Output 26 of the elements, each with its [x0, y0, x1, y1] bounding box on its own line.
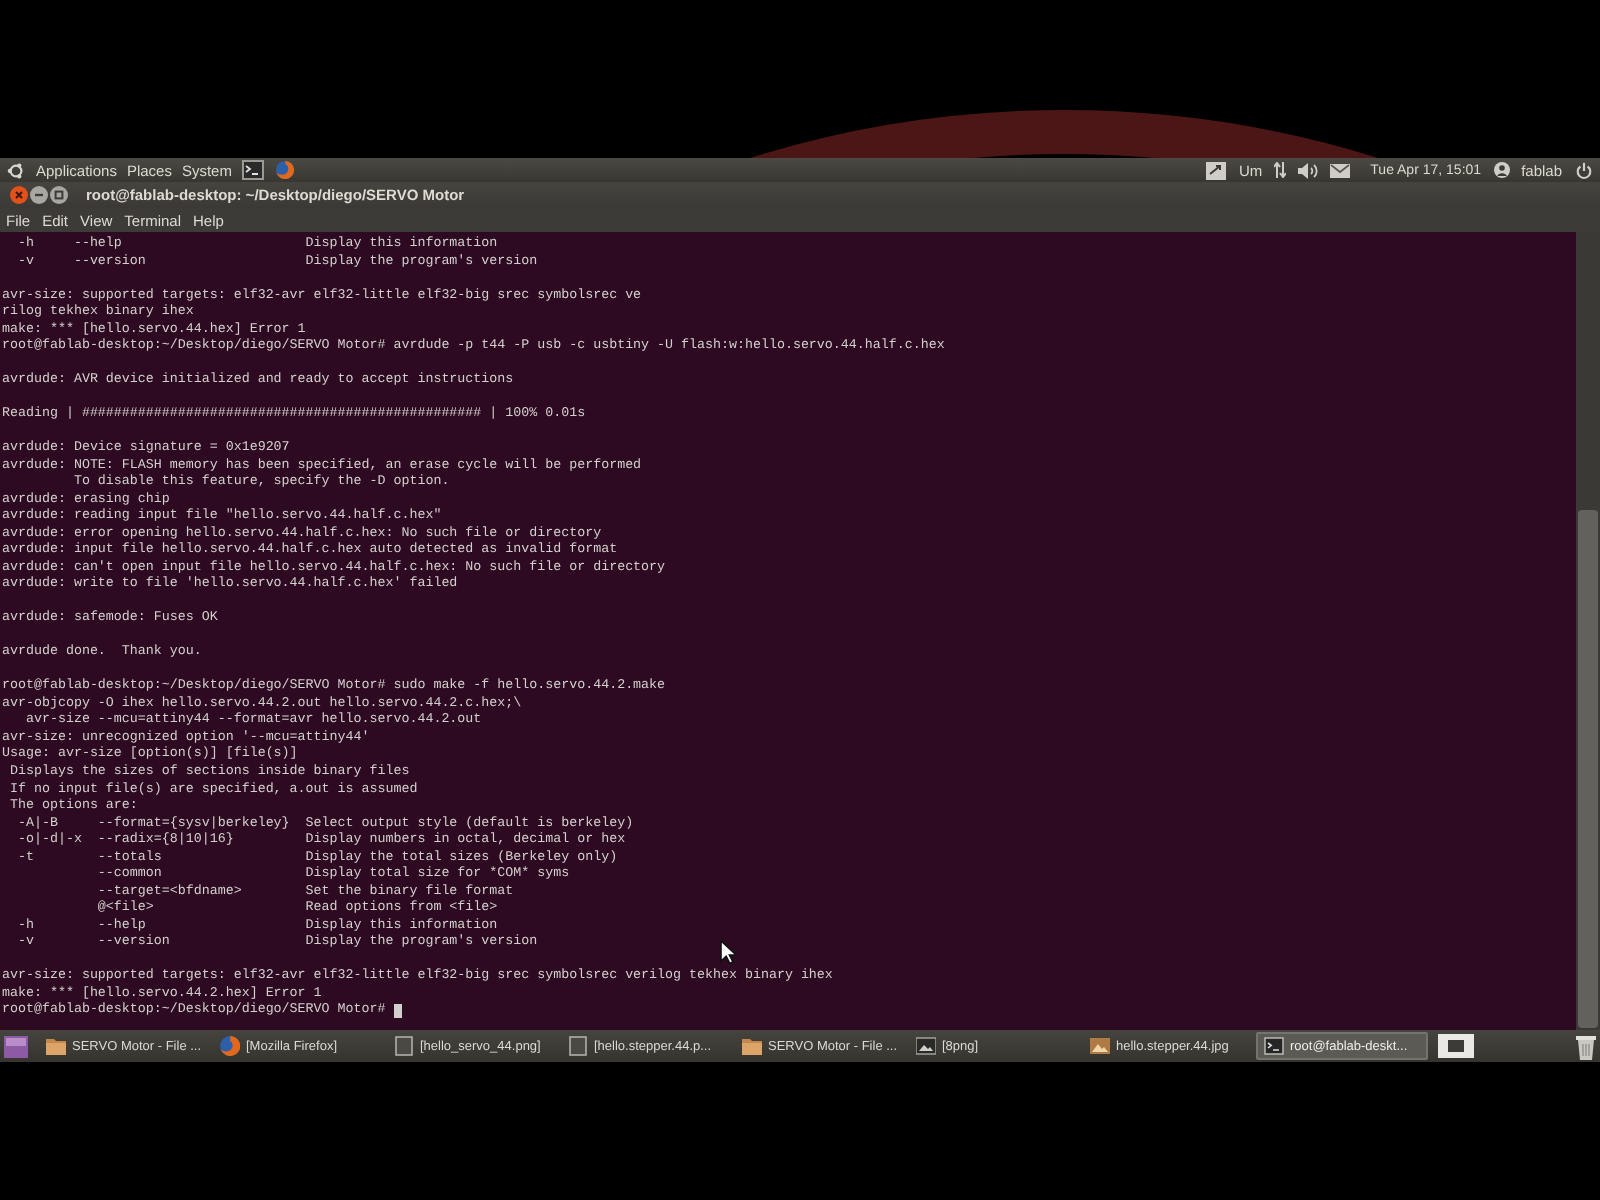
window-icon: [568, 1036, 588, 1056]
terminal-icon: [1264, 1036, 1284, 1056]
power-icon[interactable]: [1574, 161, 1594, 179]
picture-icon: [916, 1036, 936, 1056]
folder-icon: [742, 1036, 762, 1056]
transfer-icon[interactable]: [1274, 162, 1287, 178]
desktop-icon[interactable]: [4, 1035, 28, 1057]
mouse-pointer-icon: [720, 940, 736, 964]
globe-icon: [220, 1036, 240, 1056]
scrollbar-thumb[interactable]: [1578, 510, 1598, 1028]
maximize-button[interactable]: [50, 186, 68, 204]
terminal-icon[interactable]: [241, 160, 264, 180]
trash-icon[interactable]: [1576, 1033, 1596, 1059]
person-icon[interactable]: [1493, 162, 1510, 178]
logo-icon[interactable]: [6, 161, 26, 179]
workspace-switcher[interactable]: [1438, 1034, 1474, 1058]
speaker-icon[interactable]: [1298, 161, 1319, 179]
scrollbar[interactable]: [1576, 232, 1600, 1030]
arrow-square-icon[interactable]: [1206, 161, 1227, 179]
window-icon: [394, 1036, 414, 1056]
close-button[interactable]: [10, 186, 28, 204]
picture-icon: [1090, 1036, 1110, 1056]
folder-icon: [46, 1036, 66, 1056]
envelope-icon[interactable]: [1330, 161, 1351, 179]
globe-icon[interactable]: [273, 160, 296, 180]
minimize-button[interactable]: [30, 186, 48, 204]
